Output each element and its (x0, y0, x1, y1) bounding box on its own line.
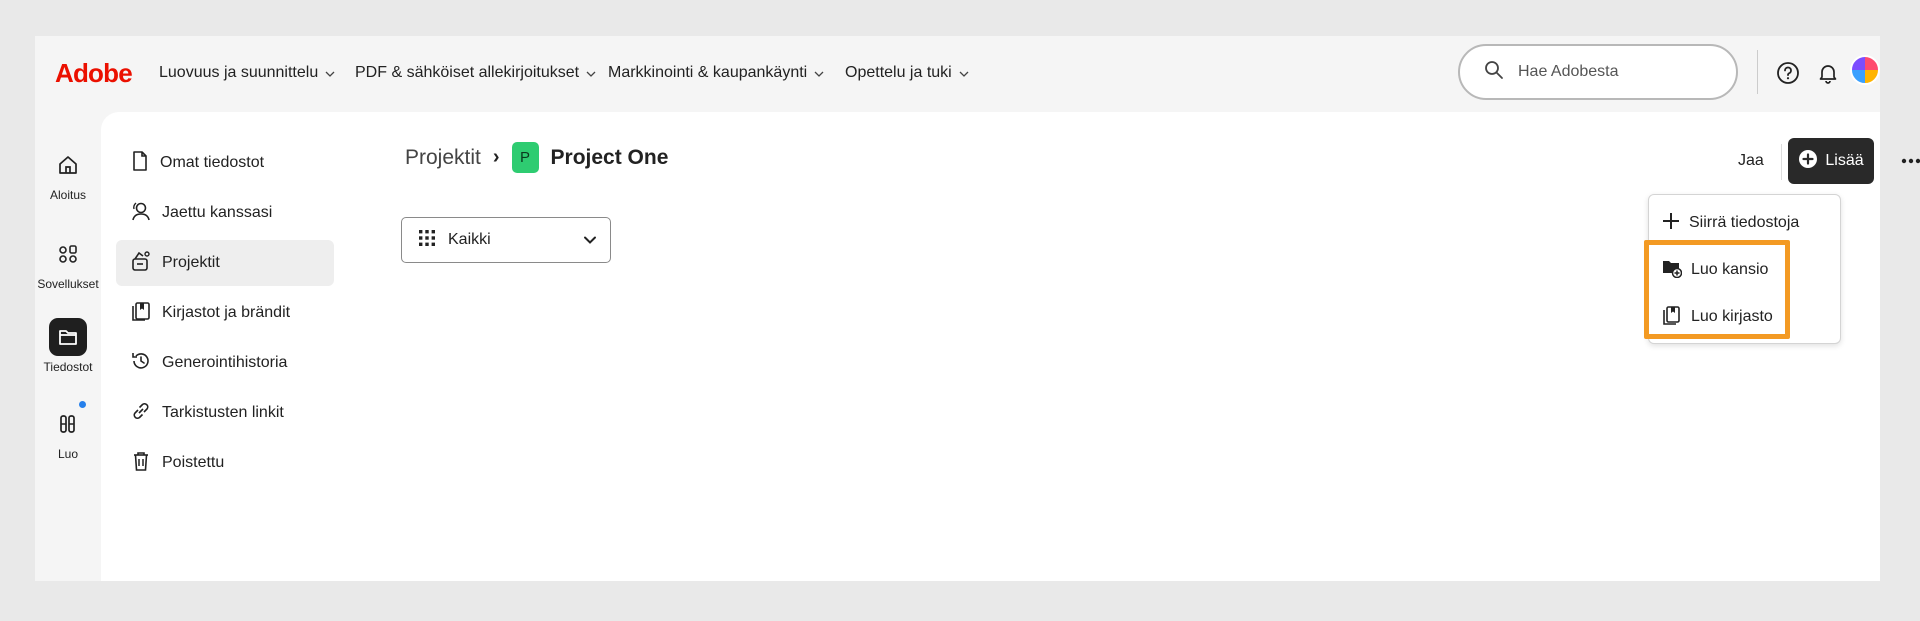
sidebar-item-label: Generointihistoria (162, 354, 288, 371)
sidebar-item-libraries[interactable]: Kirjastot ja brändit (116, 290, 334, 336)
rail-item-home[interactable]: Aloitus (35, 146, 101, 202)
sidebar-item-review-links[interactable]: Tarkistusten linkit (116, 390, 334, 436)
add-button[interactable]: Lisää (1788, 138, 1874, 184)
trash-icon (130, 450, 152, 477)
sidebar-item-label: Jaettu kanssasi (162, 204, 273, 221)
menu-item-label: Luo kirjasto (1691, 308, 1773, 325)
filter-dropdown[interactable]: Kaikki (401, 217, 611, 263)
chevron-down-icon (585, 67, 597, 79)
plus-move-icon (1662, 212, 1680, 235)
home-icon (49, 146, 87, 184)
rail-item-apps[interactable]: Sovellukset (35, 235, 101, 291)
nav-label: PDF & sähköiset allekirjoitukset (355, 64, 580, 81)
share-button[interactable]: Jaa (1738, 152, 1764, 170)
sidebar-item-label: Kirjastot ja brändit (162, 304, 291, 321)
more-options-icon[interactable] (1896, 146, 1920, 176)
nav-creativity-design[interactable]: Luovuus ja suunnittelu (159, 64, 336, 82)
adobe-logo[interactable]: Adobe (55, 58, 133, 89)
nav-learn-support[interactable]: Opettelu ja tuki (845, 64, 970, 82)
menu-item-label: Siirrä tiedostoja (1689, 214, 1800, 231)
new-folder-icon (1662, 258, 1683, 283)
bell-icon[interactable] (1815, 60, 1841, 86)
breadcrumb: Projektit › P Project One (405, 142, 668, 173)
chevron-down-icon (582, 232, 598, 253)
page-title: Project One (550, 145, 669, 169)
library-icon (1662, 305, 1682, 330)
nav-label: Markkinointi & kaupankäynti (608, 64, 808, 81)
left-rail: Aloitus Sovellukset Tiedostot Luo (35, 112, 101, 581)
rail-label: Luo (57, 447, 79, 461)
avatar[interactable] (1850, 55, 1880, 85)
rail-label: Tiedostot (43, 360, 93, 374)
nav-label: Opettelu ja tuki (845, 64, 952, 81)
create-icon (49, 405, 87, 443)
chevron-down-icon (324, 67, 336, 79)
sidebar-item-label: Omat tiedostot (160, 154, 265, 171)
search-box[interactable] (1458, 44, 1738, 100)
chevron-down-icon (958, 67, 970, 79)
chevron-down-icon (813, 67, 825, 79)
help-icon[interactable] (1775, 60, 1801, 86)
content-area: Omat tiedostot Jaettu kanssasi Projektit… (101, 112, 1920, 581)
sidebar-item-projects[interactable]: Projektit (116, 240, 334, 286)
rail-item-files[interactable]: Tiedostot (35, 318, 101, 374)
sidebar-item-label: Projektit (162, 254, 220, 271)
file-icon (130, 150, 150, 177)
sidebar-item-deleted[interactable]: Poistettu (116, 440, 334, 486)
add-button-label: Lisää (1825, 152, 1864, 169)
add-menu: Siirrä tiedostoja Luo kansio Luo kirjast… (1648, 194, 1841, 344)
sidebar-item-generation-history[interactable]: Generointihistoria (116, 340, 334, 386)
breadcrumb-projects-link[interactable]: Projektit (405, 146, 481, 170)
app-window: Adobe Luovuus ja suunnittelu PDF & sähkö… (35, 36, 1920, 581)
chevron-right-icon: › (492, 146, 500, 168)
sidebar-item-shared[interactable]: Jaettu kanssasi (116, 190, 334, 236)
search-input[interactable] (1518, 63, 1718, 81)
sidebar-item-label: Poistettu (162, 454, 225, 471)
menu-item-create-folder[interactable]: Luo kansio (1662, 252, 1768, 288)
projects-icon (130, 250, 152, 277)
nav-pdf-esign[interactable]: PDF & sähköiset allekirjoitukset (355, 64, 597, 82)
nav-marketing-commerce[interactable]: Markkinointi & kaupankäynti (608, 64, 825, 82)
menu-item-move-files[interactable]: Siirrä tiedostoja (1662, 205, 1799, 241)
nav-label: Luovuus ja suunnittelu (159, 64, 319, 81)
apps-icon (49, 235, 87, 273)
plus-circle-icon (1798, 149, 1818, 174)
menu-item-label: Luo kansio (1691, 261, 1769, 278)
divider (1781, 144, 1782, 180)
top-navigation: Adobe Luovuus ja suunnittelu PDF & sähkö… (35, 36, 1880, 112)
shared-user-icon (130, 200, 152, 227)
project-badge: P (511, 142, 539, 173)
folder-icon (49, 318, 87, 356)
link-icon (130, 400, 152, 427)
rail-item-create[interactable]: Luo (35, 401, 101, 461)
history-icon (130, 350, 152, 377)
sidebar-item-my-files[interactable]: Omat tiedostot (116, 140, 334, 186)
library-icon (130, 300, 152, 327)
filter-value: Kaikki (448, 231, 491, 248)
divider (1757, 50, 1758, 94)
rail-label: Aloitus (49, 188, 87, 202)
menu-item-create-library[interactable]: Luo kirjasto (1662, 299, 1773, 335)
sidebar-item-label: Tarkistusten linkit (162, 404, 284, 421)
search-icon (1484, 60, 1504, 85)
rail-label: Sovellukset (37, 277, 99, 291)
notification-dot (79, 401, 86, 408)
grid-icon (418, 229, 436, 252)
